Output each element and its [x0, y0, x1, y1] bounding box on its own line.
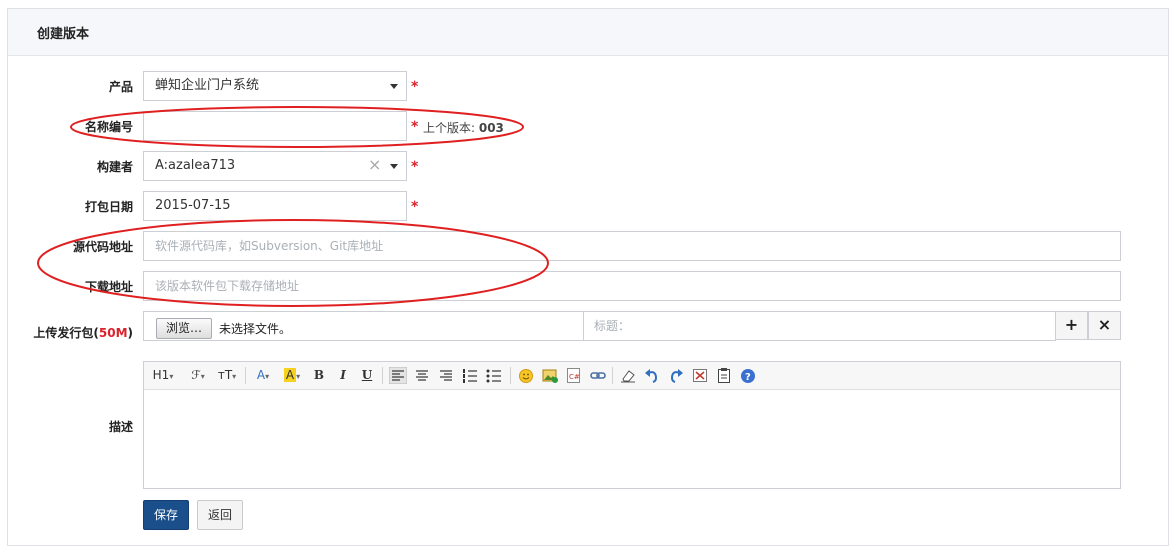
italic-button[interactable]: I: [336, 367, 350, 384]
date-input[interactable]: 2015-07-15: [143, 191, 407, 221]
highlight-label: A: [283, 368, 297, 382]
builder-value: A:azalea713: [155, 158, 236, 173]
heading-label: H1: [152, 368, 170, 382]
save-button[interactable]: 保存: [143, 500, 189, 530]
font-family-button[interactable]: ℱ▾: [188, 367, 208, 384]
font-size-label: тT: [217, 368, 233, 382]
editor-body[interactable]: [144, 389, 1120, 488]
desc-editor[interactable]: H1▾ ℱ▾ тT▾ A▾ A ▾ B I U C# ?: [143, 361, 1121, 489]
image-icon[interactable]: [542, 367, 558, 384]
last-version-hint-prefix: 上个版本:: [423, 121, 479, 135]
add-file-button[interactable]: +: [1055, 311, 1088, 340]
align-right-icon[interactable]: [438, 367, 454, 384]
font-family-label: ℱ: [191, 368, 201, 382]
help-icon[interactable]: ?: [740, 367, 756, 384]
chevron-down-icon: ▾: [200, 372, 205, 381]
heading-button[interactable]: H1▾: [152, 367, 174, 384]
highlight-button[interactable]: A ▾: [281, 367, 303, 384]
date-value: 2015-07-15: [155, 198, 231, 213]
date-label: 打包日期: [84, 200, 133, 214]
name-input[interactable]: [143, 111, 407, 141]
align-left-icon[interactable]: [389, 367, 407, 384]
undo-icon[interactable]: [644, 367, 660, 384]
chevron-down-icon: [390, 164, 398, 169]
no-file-text: 未选择文件。: [219, 322, 292, 336]
font-color-button[interactable]: A▾: [254, 367, 272, 384]
panel-header: 创建版本: [8, 9, 1168, 56]
toolbar-divider: [510, 367, 511, 384]
page-title: 创建版本: [37, 27, 90, 42]
chevron-down-icon: [390, 84, 398, 89]
eraser-icon[interactable]: [620, 367, 636, 384]
clear-icon[interactable]: ×: [368, 151, 381, 179]
scm-placeholder: 软件源代码库，如Subversion、Git库地址: [155, 239, 384, 253]
upload-label-prefix: 上传发行包(: [33, 326, 99, 340]
font-color-label: A: [256, 368, 266, 382]
builder-select[interactable]: A:azalea713 ×: [143, 151, 407, 181]
product-value: 蝉知企业门户系统: [155, 78, 260, 93]
editor-toolbar: H1▾ ℱ▾ тT▾ A▾ A ▾ B I U C# ?: [144, 362, 1120, 390]
redo-icon[interactable]: [668, 367, 684, 384]
browse-button[interactable]: 浏览…: [156, 318, 212, 339]
chevron-down-icon: ▾: [296, 372, 301, 381]
underline-button[interactable]: U: [360, 367, 374, 384]
plus-icon: +: [1064, 315, 1079, 334]
bold-button[interactable]: B: [312, 367, 326, 384]
required-mark: *: [411, 119, 419, 135]
scm-input[interactable]: 软件源代码库，如Subversion、Git库地址: [143, 231, 1121, 261]
upload-label-suffix: ): [127, 326, 133, 340]
file-title-placeholder: 标题：: [594, 319, 631, 333]
ordered-list-icon[interactable]: [462, 367, 478, 384]
toolbar-divider: [612, 367, 613, 384]
required-mark: *: [411, 79, 419, 95]
desc-label: 描述: [108, 420, 133, 434]
scm-label: 源代码地址: [72, 240, 133, 254]
remove-file-button[interactable]: ×: [1088, 311, 1121, 340]
download-label: 下载地址: [84, 280, 133, 294]
download-input[interactable]: 该版本软件包下载存储地址: [143, 271, 1121, 301]
help-icon-text: ?: [745, 372, 751, 383]
upload-size-limit: 50M: [98, 326, 128, 340]
last-version-value: 003: [478, 121, 504, 135]
toolbar-divider: [245, 367, 246, 384]
product-select[interactable]: 蝉知企业门户系统: [143, 71, 407, 101]
download-placeholder: 该版本软件包下载存储地址: [155, 279, 300, 293]
chevron-down-icon: ▾: [169, 372, 174, 381]
bullet-list-icon[interactable]: [486, 367, 502, 384]
link-icon[interactable]: [590, 367, 606, 384]
last-version-hint: 上个版本: 003: [423, 119, 504, 136]
name-label: 名称编号: [84, 120, 133, 134]
align-center-icon[interactable]: [414, 367, 430, 384]
upload-label: 上传发行包(50M): [33, 324, 133, 341]
file-title-input[interactable]: 标题：: [583, 311, 1056, 341]
fullscreen-icon[interactable]: [692, 367, 708, 384]
required-mark: *: [411, 199, 419, 215]
clipboard-icon[interactable]: [716, 367, 732, 384]
toolbar-divider: [382, 367, 383, 384]
product-label: 产品: [108, 80, 133, 94]
close-icon: ×: [1097, 315, 1112, 334]
chevron-down-icon: ▾: [232, 372, 237, 381]
code-icon[interactable]: C#: [566, 367, 582, 384]
chevron-down-icon: ▾: [265, 372, 270, 381]
font-size-button[interactable]: тT▾: [216, 367, 238, 384]
smiley-icon[interactable]: [518, 367, 534, 384]
code-icon-text: C#: [569, 373, 580, 381]
builder-label: 构建者: [96, 160, 133, 174]
back-button[interactable]: 返回: [197, 500, 243, 530]
required-mark: *: [411, 159, 419, 175]
